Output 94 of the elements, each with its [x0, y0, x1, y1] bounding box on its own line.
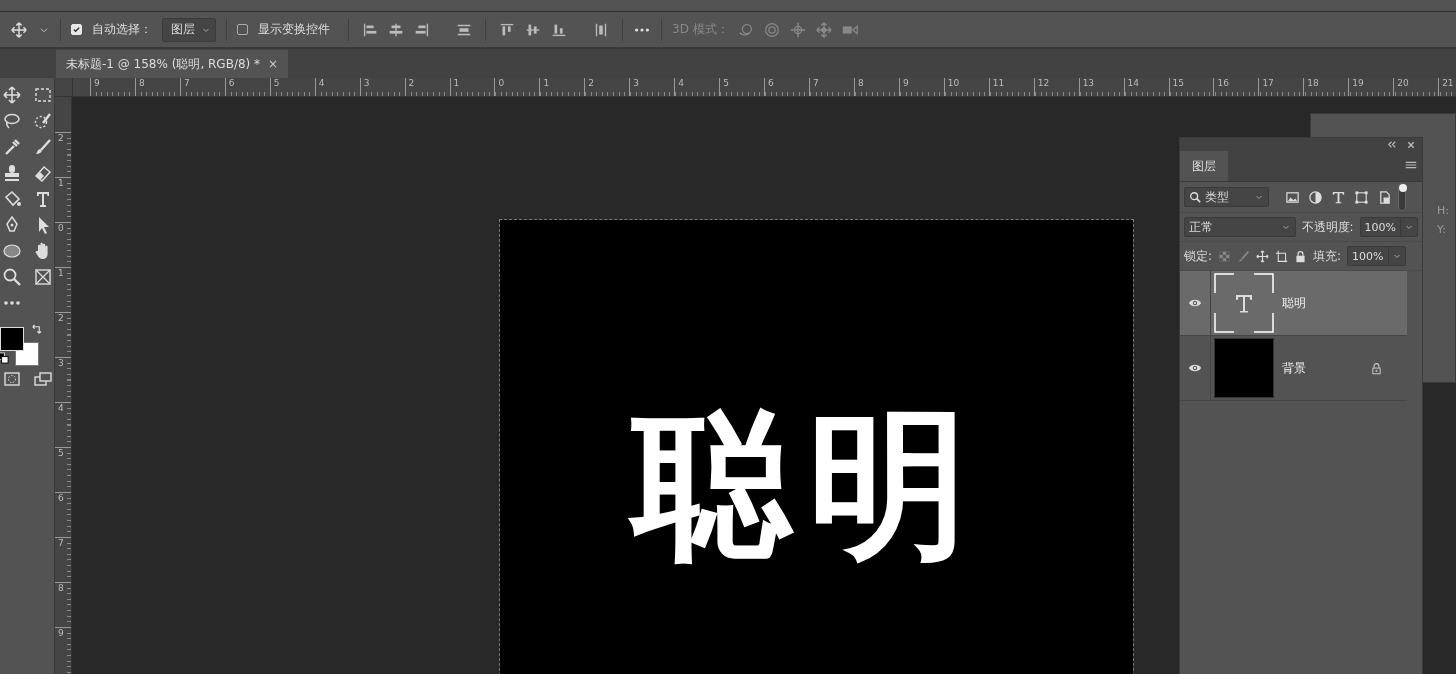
document-filter-icon[interactable] [1377, 189, 1392, 205]
check-icon [72, 25, 81, 34]
ruler-label: 2 [404, 78, 450, 96]
ruler-label: 3 [629, 78, 675, 96]
crop-icon[interactable] [1275, 249, 1289, 263]
ruler-label: 4 [55, 402, 71, 447]
blend-mode-dropdown[interactable]: 正常 [1184, 217, 1296, 237]
ruler-label: 6 [55, 492, 71, 537]
default-colors-icon[interactable] [0, 352, 9, 364]
ruler-label: 0 [55, 222, 71, 267]
layer-row[interactable]: 背景 [1180, 336, 1407, 401]
ruler-label: 12 [1033, 78, 1079, 96]
marquee-tool-icon[interactable] [33, 85, 53, 105]
ruler-label: 14 [1123, 78, 1169, 96]
text-layer-thumbnail [1214, 273, 1274, 333]
ruler-label: 2 [55, 312, 71, 357]
field-label: H: [1437, 204, 1450, 217]
eraser-tool-icon[interactable] [33, 163, 53, 183]
quick-mask-icon[interactable] [2, 369, 22, 389]
ruler-label: 15 [1168, 78, 1214, 96]
adjustment-filter-icon[interactable] [1308, 189, 1323, 205]
ruler-label: 19 [1348, 78, 1394, 96]
checkbox-label[interactable]: 自动选择： [92, 21, 152, 38]
field-label: Y: [1437, 223, 1447, 236]
panel-tab[interactable]: 图层 [1180, 151, 1228, 181]
ruler-label: 8 [134, 78, 180, 96]
ruler-label: 9 [55, 627, 71, 672]
ruler-label: 6 [764, 78, 809, 96]
ruler-label: 6 [224, 78, 270, 96]
stamp-tool-icon[interactable] [2, 163, 22, 183]
fill-field[interactable]: 100% [1347, 246, 1406, 266]
ruler-label: 7 [179, 78, 225, 96]
ruler-label: 10 [943, 78, 989, 96]
filter-toggle[interactable] [1398, 183, 1406, 211]
close-icon[interactable] [1406, 139, 1416, 150]
type-filter-icon[interactable] [1331, 189, 1346, 205]
close-tab-button[interactable]: × [268, 57, 279, 71]
quick-select-tool-icon[interactable] [33, 111, 53, 131]
ruler-label: 17 [1258, 78, 1304, 96]
ruler-label: 20 [1393, 78, 1439, 96]
ruler-label: 8 [853, 78, 899, 96]
zoom-tool-icon[interactable] [2, 267, 22, 287]
ruler-label: 1 [55, 177, 71, 222]
target-dropdown[interactable]: 图层 [162, 17, 216, 42]
fill-label: 填充: [1313, 247, 1342, 265]
image-filter-icon[interactable] [1285, 189, 1300, 205]
menu-icon[interactable] [1404, 159, 1418, 171]
lock-icon[interactable] [1294, 249, 1308, 263]
move-tool-icon[interactable] [10, 20, 28, 39]
lock-label: 锁定: [1184, 247, 1213, 265]
layer-row[interactable]: 聪明 [1180, 271, 1407, 336]
frame-tool-icon[interactable] [33, 267, 53, 287]
ruler-label: 8 [55, 582, 71, 627]
ruler-label: 16 [1213, 78, 1259, 96]
ruler-label: 1 [55, 267, 71, 312]
screen-mode-icon[interactable] [33, 369, 53, 389]
ruler-label: 0 [494, 78, 540, 96]
checkbox-label[interactable]: 显示变换控件 [258, 21, 330, 38]
ruler-label: 3 [55, 357, 71, 402]
search-icon [1189, 191, 1201, 203]
ruler-label: 11 [988, 78, 1034, 96]
ruler-label: 1 [539, 78, 585, 96]
ruler-label: 3 [359, 78, 405, 96]
ruler-label: 13 [1078, 78, 1124, 96]
shape-filter-icon[interactable] [1354, 189, 1369, 205]
bucket-tool-icon[interactable] [2, 189, 22, 209]
layer-name[interactable]: 聪明 [1282, 294, 1407, 312]
lock-position-icon[interactable] [1256, 249, 1270, 263]
ruler-label: 5 [269, 78, 315, 96]
ellipse-tool-icon[interactable] [2, 241, 22, 261]
ruler-label: 2 [584, 78, 630, 96]
opacity-field[interactable]: 100% [1359, 217, 1418, 237]
ruler-label: 5 [719, 78, 765, 96]
ruler-label: 7 [55, 537, 71, 582]
ruler-label: 2 [55, 132, 71, 177]
move-tool-icon[interactable] [2, 85, 22, 105]
ruler-label: 5 [55, 447, 71, 492]
layer-name[interactable]: 背景 [1282, 359, 1370, 377]
ruler-label: 1 [449, 78, 495, 96]
ruler-label: 9 [90, 78, 135, 96]
swap-colors-icon[interactable] [30, 324, 42, 336]
ruler-label: 7 [809, 78, 854, 96]
filter-dropdown[interactable]: 类型 [1184, 187, 1269, 207]
layer-thumbnail [1214, 338, 1274, 398]
ruler-label: 4 [674, 78, 720, 96]
ruler-label: 21 [1438, 78, 1456, 96]
ruler-label: 4 [314, 78, 360, 96]
brush-tool-icon[interactable] [33, 137, 53, 157]
checkbox[interactable] [237, 24, 248, 35]
lasso-tool-icon[interactable] [2, 111, 22, 131]
ruler-label: 18 [1303, 78, 1349, 96]
ruler-label: 9 [898, 78, 944, 96]
opacity-label: 不透明度: [1301, 218, 1354, 236]
document-tab[interactable]: 未标题-1 @ 158% (聪明, RGB/8) * × [56, 50, 289, 78]
